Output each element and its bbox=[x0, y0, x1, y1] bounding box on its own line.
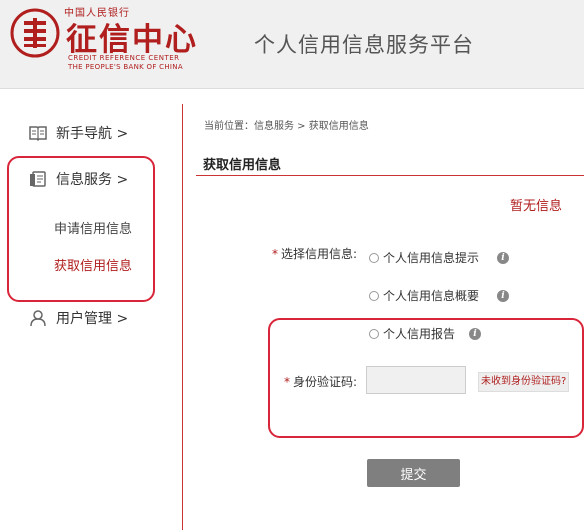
info-icon[interactable]: i bbox=[497, 289, 510, 302]
required-mark: * bbox=[272, 247, 278, 261]
sidebar-item-user-management[interactable]: 用户管理 > bbox=[28, 308, 128, 328]
site-header: 中国人民银行 征信中心 CREDIT REFERENCE CENTER THE … bbox=[0, 0, 584, 89]
info-icon[interactable]: i bbox=[497, 251, 510, 264]
logo-english-line1: CREDIT REFERENCE CENTER bbox=[68, 54, 180, 62]
user-icon bbox=[30, 310, 46, 327]
option-credit-info-hint[interactable]: 个人信用信息提示 i bbox=[369, 249, 510, 266]
radio-button[interactable] bbox=[369, 290, 379, 301]
logo-english-line2: THE PEOPLE'S BANK OF CHINA bbox=[68, 63, 183, 71]
submit-button[interactable]: 提交 bbox=[367, 459, 460, 487]
sidebar-item-label: 新手导航 > bbox=[56, 126, 129, 142]
sidebar-divider bbox=[182, 104, 183, 530]
option-credit-info-summary[interactable]: 个人信用信息概要 i bbox=[369, 287, 510, 304]
sidebar-item-beginner-guide[interactable]: 新手导航 > bbox=[28, 123, 128, 143]
select-credit-info-label: * 选择信用信息: bbox=[272, 247, 358, 261]
highlight-annotation-report bbox=[268, 318, 584, 438]
no-info-notice: 暂无信息 bbox=[510, 199, 563, 214]
book-icon bbox=[29, 126, 47, 142]
option-label: 个人信用信息提示 bbox=[383, 251, 480, 265]
radio-button[interactable] bbox=[369, 252, 379, 263]
platform-title: 个人信用信息服务平台 bbox=[254, 33, 474, 57]
breadcrumb: 当前位置：信息服务 > 获取信用信息 bbox=[204, 121, 369, 132]
logo-main-text: 征信中心 bbox=[66, 22, 198, 58]
highlight-annotation-sidebar bbox=[7, 156, 155, 302]
option-label: 个人信用信息概要 bbox=[383, 289, 480, 303]
page-title: 获取信用信息 bbox=[203, 158, 282, 173]
sidebar-item-label: 用户管理 > bbox=[56, 311, 129, 327]
title-divider bbox=[196, 175, 584, 176]
credit-center-logo-icon bbox=[10, 8, 60, 58]
